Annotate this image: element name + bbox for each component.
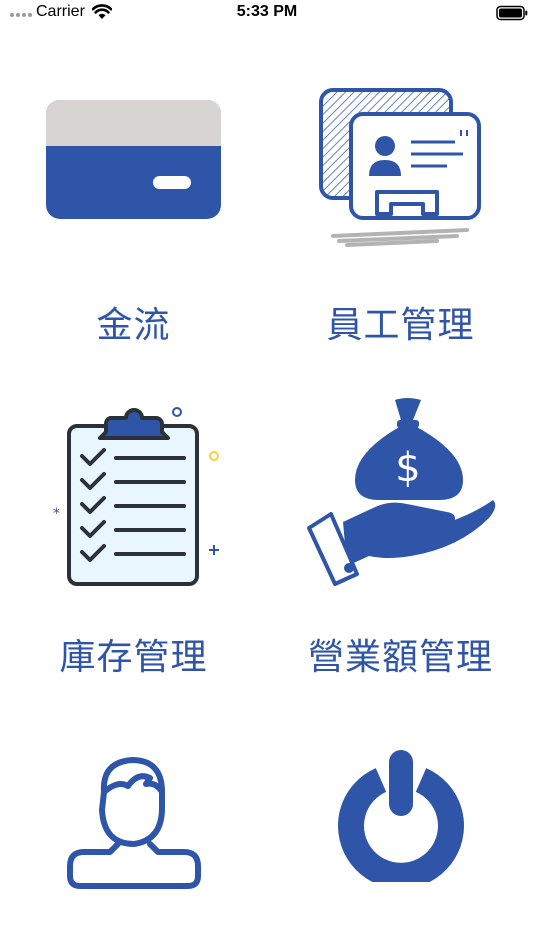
menu-staff-label: 員工管理 xyxy=(326,305,475,346)
menu-logout[interactable] xyxy=(267,740,534,910)
money-bag-hand-icon: $ xyxy=(307,398,496,586)
id-card-icon xyxy=(319,88,481,247)
menu-staff[interactable]: 員工管理 xyxy=(267,60,534,360)
credit-card-icon xyxy=(46,100,221,219)
user-icon xyxy=(67,757,201,889)
menu-inventory[interactable]: * 庫存管理 xyxy=(0,380,267,680)
menu-revenue-label: 營業額管理 xyxy=(307,637,493,678)
menu-revenue[interactable]: $ 營業額管理 xyxy=(267,380,534,680)
status-bar: Carrier 5:33 PM xyxy=(0,0,534,28)
svg-text:$: $ xyxy=(395,445,420,491)
menu-cash-flow[interactable]: 金流 xyxy=(0,60,267,360)
clock: 5:33 PM xyxy=(236,3,298,20)
svg-text:*: * xyxy=(53,506,60,522)
battery-icon xyxy=(496,5,528,21)
clipboard-checklist-icon: * xyxy=(53,407,219,586)
menu-cash-flow-label: 金流 xyxy=(96,305,171,346)
power-icon xyxy=(338,750,464,882)
menu-inventory-label: 庫存管理 xyxy=(59,637,208,678)
menu-profile[interactable] xyxy=(0,740,267,910)
